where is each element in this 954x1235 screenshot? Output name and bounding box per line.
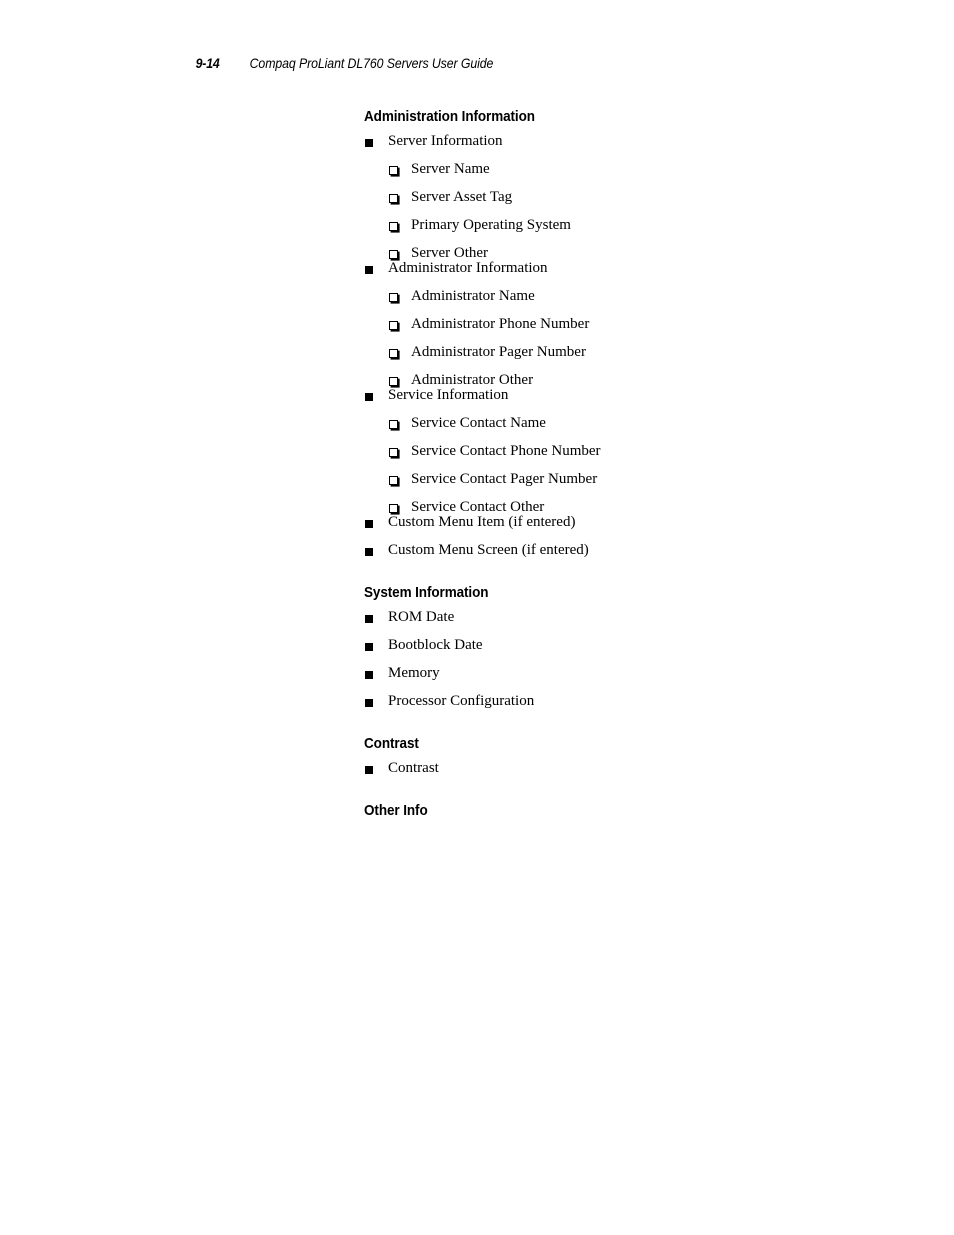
sub-list-item-label: Service Contact Pager Number <box>411 471 598 487</box>
hollow-square-bullet-icon <box>389 420 398 429</box>
sub-list-item: Server Name <box>364 162 884 177</box>
sub-list-container: Server Name Server Asset Tag Primary Opera… <box>364 162 884 261</box>
solid-square-bullet-icon <box>365 615 373 623</box>
sub-list-item-label: Administrator Other <box>411 372 534 388</box>
list-item-label: Administrator Information <box>388 260 548 276</box>
sub-list-container: Service Contact Name Service Contact Phon… <box>364 416 884 515</box>
sub-list-item-label: Server Name <box>411 161 490 177</box>
content-section: System Information ROM Date Bootblock Date… <box>364 584 884 709</box>
list-item-label: ROM Date <box>388 609 455 625</box>
content-section: Administration Information Server Informa… <box>364 108 884 558</box>
hollow-square-bullet-icon <box>389 377 398 386</box>
hollow-square-bullet-icon <box>389 250 398 259</box>
list-item: Custom Menu Item (if entered) <box>364 515 884 530</box>
sub-list-item-label: Service Contact Phone Number <box>411 443 601 459</box>
sub-list-container: Administrator Name Administrator Phone Nu… <box>364 289 884 388</box>
list-item-label: Custom Menu Item (if entered) <box>388 514 576 530</box>
hollow-square-bullet-icon <box>389 194 398 203</box>
sub-list-item: Administrator Phone Number <box>364 317 884 332</box>
list-item: Administrator Information <box>364 261 884 276</box>
document-title: Compaq ProLiant DL760 Servers User Guide <box>249 55 494 71</box>
bullet-list: Contrast <box>364 761 884 776</box>
list-item: Bootblock Date <box>364 638 884 653</box>
sub-bullet-list: Service Contact Name Service Contact Phon… <box>364 416 884 515</box>
list-item-label: Server Information <box>388 133 503 149</box>
sub-list-item: Administrator Name <box>364 289 884 304</box>
sub-list-item-label: Service Contact Name <box>411 415 546 431</box>
content-section: Contrast Contrast <box>364 735 884 776</box>
sub-list-item: Service Contact Pager Number <box>364 472 884 487</box>
solid-square-bullet-icon <box>365 548 373 556</box>
sub-list-item: Administrator Pager Number <box>364 345 884 360</box>
document-page: 9-14 Compaq ProLiant DL760 Servers User … <box>0 0 954 1235</box>
sub-list-item-label: Administrator Phone Number <box>411 316 590 332</box>
solid-square-bullet-icon <box>365 139 373 147</box>
sub-bullet-list: Server Name Server Asset Tag Primary Opera… <box>364 162 884 261</box>
running-header: 9-14 Compaq ProLiant DL760 Servers User … <box>194 55 510 71</box>
list-item-label: Contrast <box>388 760 439 776</box>
list-item: Service Information <box>364 388 884 403</box>
sub-list-item-label: Administrator Name <box>411 288 535 304</box>
list-item-label: Bootblock Date <box>388 637 483 653</box>
sub-list-item-label: Service Contact Other <box>411 499 545 515</box>
sub-list-item: Primary Operating System <box>364 218 884 233</box>
list-item: Server Information <box>364 134 884 149</box>
sub-list-item: Service Contact Phone Number <box>364 444 884 459</box>
sub-list-item: Server Asset Tag <box>364 190 884 205</box>
list-item: Memory <box>364 666 884 681</box>
hollow-square-bullet-icon <box>389 293 398 302</box>
solid-square-bullet-icon <box>365 671 373 679</box>
bullet-list: Server Information Server Name Server Asse… <box>364 134 884 558</box>
section-heading: Administration Information <box>364 108 535 125</box>
list-item-label: Custom Menu Screen (if entered) <box>388 542 589 558</box>
sub-list-item: Service Contact Other <box>364 500 884 515</box>
hollow-square-bullet-icon <box>389 349 398 358</box>
solid-square-bullet-icon <box>365 520 373 528</box>
list-item: Processor Configuration <box>364 694 884 709</box>
solid-square-bullet-icon <box>365 699 373 707</box>
bullet-list: ROM Date Bootblock Date Memory Processor Co… <box>364 610 884 709</box>
section-heading: System Information <box>364 584 489 601</box>
list-item-label: Memory <box>388 665 440 681</box>
sub-list-item-label: Primary Operating System <box>411 217 571 233</box>
section-heading: Contrast <box>364 735 419 752</box>
sub-list-item: Server Other <box>364 246 884 261</box>
hollow-square-bullet-icon <box>389 166 398 175</box>
page-number: 9-14 <box>195 55 220 71</box>
solid-square-bullet-icon <box>365 766 373 774</box>
page-content: Administration Information Server Informa… <box>364 108 884 828</box>
list-item: Contrast <box>364 761 884 776</box>
content-section: Other Info <box>364 802 884 819</box>
hollow-square-bullet-icon <box>389 448 398 457</box>
section-heading: Other Info <box>364 802 428 819</box>
hollow-square-bullet-icon <box>389 222 398 231</box>
solid-square-bullet-icon <box>365 266 373 274</box>
list-item: ROM Date <box>364 610 884 625</box>
hollow-square-bullet-icon <box>389 504 398 513</box>
sub-list-item-label: Administrator Pager Number <box>411 344 586 360</box>
sub-list-item: Administrator Other <box>364 373 884 388</box>
list-item: Custom Menu Screen (if entered) <box>364 543 884 558</box>
solid-square-bullet-icon <box>365 643 373 651</box>
hollow-square-bullet-icon <box>389 476 398 485</box>
list-item-label: Service Information <box>388 387 509 403</box>
list-item-label: Processor Configuration <box>388 693 535 709</box>
sub-list-item-label: Server Other <box>411 245 489 261</box>
sub-list-item-label: Server Asset Tag <box>411 189 513 205</box>
sub-list-item: Service Contact Name <box>364 416 884 431</box>
solid-square-bullet-icon <box>365 393 373 401</box>
sub-bullet-list: Administrator Name Administrator Phone Nu… <box>364 289 884 388</box>
hollow-square-bullet-icon <box>389 321 398 330</box>
